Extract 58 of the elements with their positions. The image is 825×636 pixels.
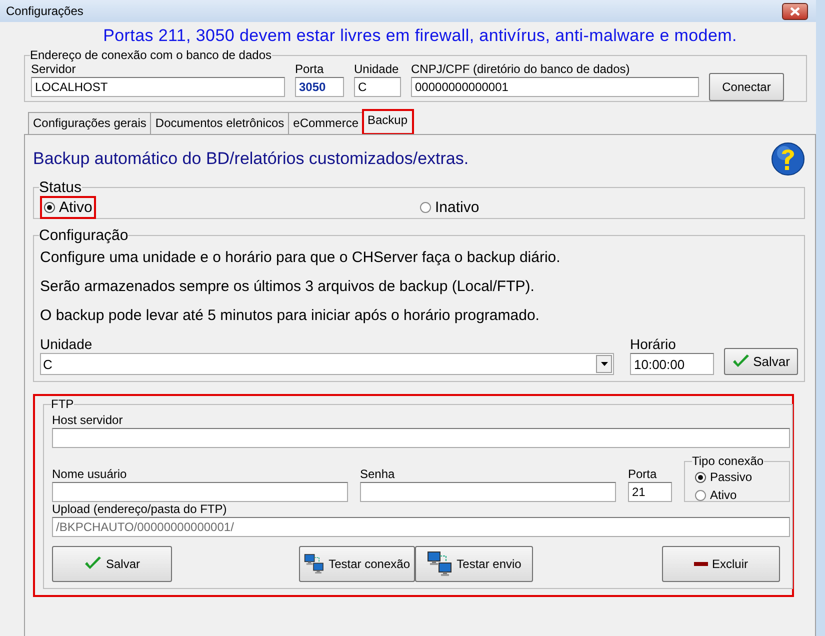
field-label: Unidade [40,336,94,352]
warning-text: Portas 211, 3050 devem estar livres em firewall, antivírus, anti-malware e modem. [102,25,738,46]
field-label: Horário [630,336,677,352]
input-field[interactable]: 00000000000001 [411,77,699,97]
help-icon[interactable] [771,142,805,176]
network-icon [426,551,453,577]
radio-option[interactable]: Ativo [693,486,785,504]
input-field[interactable] [52,428,790,448]
radio-option[interactable]: Ativo [40,196,96,219]
field-label: Senha [360,467,396,481]
test-button[interactable]: Testar envio [415,546,533,582]
time-field[interactable]: 10:00:00 [630,353,714,375]
check-icon [84,556,102,572]
field-label: Unidade [354,62,400,76]
caret-icon [600,362,608,366]
connect-button[interactable]: Conectar [709,73,784,101]
field-label: Host servidor [52,413,124,427]
unit-dropdown[interactable]: C [40,353,614,375]
field-label: Nome usuário [52,467,128,481]
tab[interactable]: Documentos eletrônicos [150,112,290,134]
field-label: Servidor [31,62,77,76]
close-button[interactable] [782,2,808,20]
group-title: Status [39,179,82,196]
tab[interactable]: eCommerce [288,112,364,134]
test-button[interactable]: Testar conexão [299,546,415,582]
password-field[interactable] [360,482,616,502]
info-text: O backup pode levar até 5 minutos para iniciar após o horário programado. [40,307,540,324]
radio-option[interactable]: Passivo [693,468,785,486]
field-label: Porta [628,467,658,481]
group-title: FTP [51,397,74,411]
info-text: Serão armazenados sempre os últimos 3 arquivos de backup (Local/FTP). [40,278,536,295]
group-title: Configuração [39,227,128,244]
delete-button[interactable]: Excluir [662,546,780,582]
radio-button[interactable] [695,472,706,482]
field-label: Upload (endereço/pasta do FTP) [52,502,228,516]
input-field[interactable] [52,482,348,502]
radio-button[interactable] [44,202,55,213]
group-title: Endereço de conexão com o banco de dados [30,48,272,62]
radio-option[interactable]: Inativo [416,196,484,219]
check-icon [732,354,750,370]
info-text: Configure uma unidade e o horário para que o CHServer faça o backup diário. [40,249,562,266]
tab[interactable]: Backup [362,110,413,134]
save-button[interactable]: Salvar [52,546,172,582]
radio-button[interactable] [420,202,431,213]
field-label: CNPJ/CPF (diretório do banco de dados) [411,62,631,76]
group-title: Tipo conexão [692,454,764,468]
input-field[interactable]: LOCALHOST [31,77,285,97]
minus-icon [694,562,708,566]
save-button[interactable]: Salvar [724,348,798,375]
input-field[interactable]: C [354,77,401,97]
close-icon [790,6,800,16]
window-title: Configurações [6,4,84,18]
tab[interactable]: Configurações gerais [28,112,152,134]
section-heading: Backup automático do BD/relatórios customizados/extras. [33,149,469,169]
input-field[interactable]: 21 [628,482,672,502]
input-field[interactable]: 3050 [295,77,344,97]
field-label: Porta [295,62,325,76]
radio-button[interactable] [695,490,706,500]
